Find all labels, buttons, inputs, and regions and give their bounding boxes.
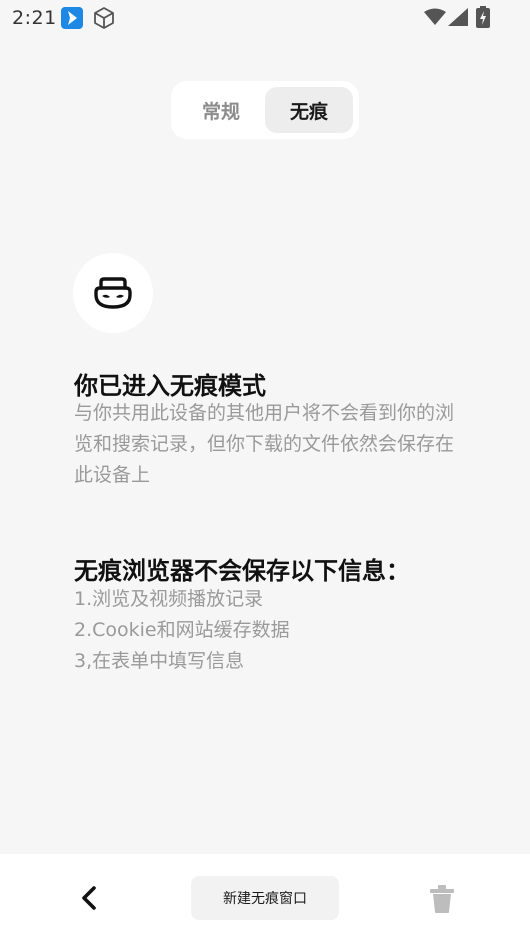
- trash-icon: [430, 885, 454, 913]
- cell-signal-icon: [448, 8, 468, 26]
- tab-incognito[interactable]: 无痕: [265, 87, 353, 133]
- back-button[interactable]: [72, 880, 106, 916]
- not-saved-list: 1.浏览及视频播放记录 2.Cookie和网站缓存数据 3,在表单中填写信息: [74, 584, 474, 677]
- not-saved-title: 无痕浏览器不会保存以下信息：: [74, 557, 410, 585]
- box-icon: [94, 7, 114, 29]
- incognito-title: 你已进入无痕模式: [74, 372, 266, 400]
- tab-regular[interactable]: 常规: [177, 87, 265, 133]
- incognito-description: 与你共用此设备的其他用户将不会看到你的浏览和搜索记录，但你下载的文件依然会保存在…: [74, 402, 455, 486]
- mode-tabs: 常规 无痕: [171, 81, 359, 139]
- list-item: 2.Cookie和网站缓存数据: [74, 619, 290, 641]
- new-incognito-window-button[interactable]: 新建无痕窗口: [191, 876, 339, 920]
- status-time: 2:21: [12, 7, 57, 29]
- incognito-badge: [73, 253, 153, 333]
- wifi-icon: [424, 8, 446, 25]
- list-item: 3,在表单中填写信息: [74, 650, 245, 672]
- chevron-left-icon: [82, 886, 96, 910]
- app-notification-icon: [61, 7, 83, 29]
- battery-icon: [476, 6, 490, 28]
- mask-icon: [94, 277, 132, 309]
- status-bar: 2:21: [0, 0, 530, 36]
- list-item: 1.浏览及视频播放记录: [74, 588, 264, 610]
- bottom-toolbar: 新建无痕窗口: [0, 854, 530, 942]
- clear-incognito-button[interactable]: [426, 882, 458, 916]
